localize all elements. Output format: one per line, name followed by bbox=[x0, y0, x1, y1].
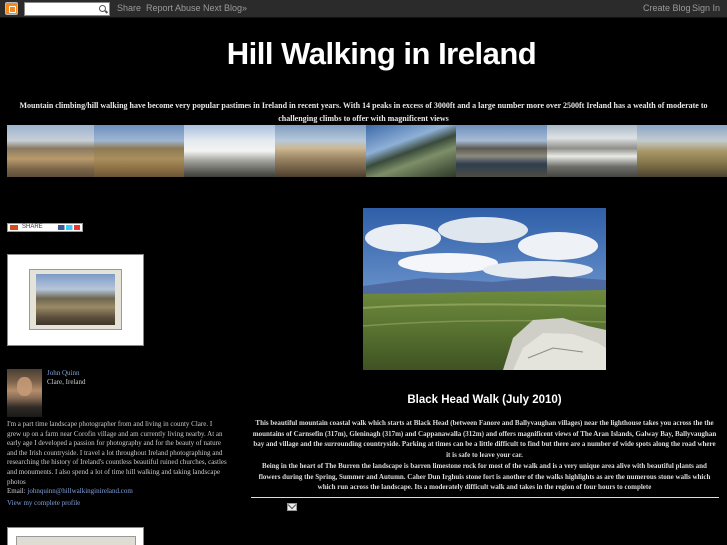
banner-photo bbox=[637, 125, 727, 177]
post-divider bbox=[251, 497, 719, 498]
post-paragraph: This beautiful mountain coastal walk whi… bbox=[252, 419, 717, 460]
banner-photo bbox=[366, 125, 456, 177]
blog-description: Mountain climbing/hill walking have beco… bbox=[19, 101, 708, 123]
share-button[interactable]: SHARE bbox=[7, 223, 83, 232]
sign-in-link[interactable]: Sign In bbox=[692, 3, 720, 13]
share-label: SHARE bbox=[22, 224, 43, 230]
report-abuse-link[interactable]: Report Abuse bbox=[146, 3, 201, 13]
blogger-logo-icon[interactable] bbox=[5, 2, 18, 15]
framed-photo-2 bbox=[7, 527, 144, 545]
email-label: Email: bbox=[7, 487, 28, 495]
view-profile-link[interactable]: View my complete profile bbox=[7, 499, 80, 507]
photo-mat bbox=[16, 536, 136, 545]
banner-photo bbox=[547, 125, 637, 177]
share-link[interactable]: Share bbox=[117, 3, 141, 13]
email-icon[interactable] bbox=[287, 503, 297, 511]
profile-name[interactable]: John Quinn bbox=[47, 369, 79, 377]
photo-mat bbox=[29, 269, 122, 330]
banner-photo bbox=[94, 125, 184, 177]
banner-photo bbox=[7, 125, 94, 177]
banner-photo bbox=[456, 125, 547, 177]
post-paragraph: Being in the heart of The Burren the lan… bbox=[258, 461, 711, 492]
mountain-photo[interactable] bbox=[36, 274, 115, 325]
create-blog-link[interactable]: Create Blog bbox=[643, 3, 691, 13]
blog-title[interactable]: Hill Walking in Ireland bbox=[0, 36, 727, 72]
blogger-navbar: Share Report Abuse Next Blog» Create Blo… bbox=[0, 0, 727, 18]
header-banner bbox=[7, 125, 727, 177]
black-head-landscape bbox=[363, 208, 606, 370]
post-body: This beautiful mountain coastal walk whi… bbox=[251, 418, 718, 493]
search-icon[interactable] bbox=[99, 5, 106, 12]
profile-bio: I'm a part time landscape photographer f… bbox=[7, 420, 227, 486]
search-input[interactable] bbox=[24, 2, 110, 16]
avatar[interactable] bbox=[7, 369, 42, 417]
framed-photo bbox=[7, 254, 144, 346]
email-link[interactable]: johnquinn@hillwalkinginireland.com bbox=[27, 487, 132, 495]
next-blog-link[interactable]: Next Blog» bbox=[203, 3, 247, 13]
banner-photo bbox=[275, 125, 366, 177]
profile-email: Email: johnquinn@hillwalkinginireland.co… bbox=[7, 487, 133, 495]
banner-photo bbox=[184, 125, 275, 177]
post-title[interactable]: Black Head Walk (July 2010) bbox=[251, 394, 718, 406]
share-icon bbox=[58, 225, 80, 230]
post-photo[interactable] bbox=[363, 208, 606, 370]
profile-location: Clare, Ireland bbox=[47, 378, 86, 386]
